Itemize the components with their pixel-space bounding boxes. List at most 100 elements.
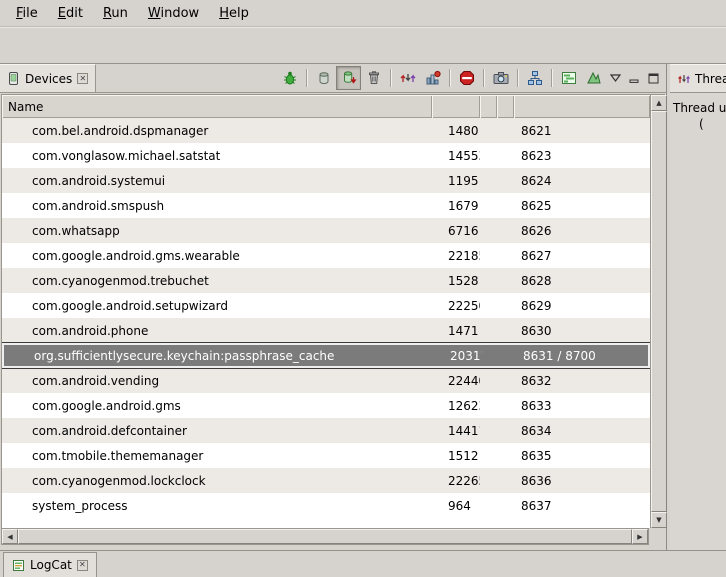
process-port: 8621 — [514, 124, 650, 138]
screen-capture-icon — [493, 70, 509, 86]
threads-view-header: Threads ✕ — [670, 64, 726, 93]
scroll-left-icon[interactable]: ◀ — [2, 529, 18, 544]
process-name: com.android.phone — [2, 324, 432, 338]
tab-devices-label: Devices — [25, 72, 72, 86]
update-threads-icon — [400, 70, 416, 86]
process-port: 8628 — [514, 274, 650, 288]
process-port: 8629 — [514, 299, 650, 313]
main-toolbar-strip — [0, 27, 726, 64]
process-name: com.google.android.gms — [2, 399, 432, 413]
column-header-port[interactable] — [514, 95, 650, 118]
update-heap-button[interactable] — [311, 66, 336, 90]
process-name: com.cyanogenmod.lockclock — [2, 474, 432, 488]
vertical-scrollbar-thumb[interactable] — [651, 111, 667, 512]
bottom-tab-bar: LogCat ✕ — [0, 550, 726, 577]
menu-window[interactable]: Window — [138, 2, 209, 25]
devices-pane: Devices ✕ — [0, 64, 667, 550]
main-area: Devices ✕ — [0, 64, 726, 550]
dump-hprof-button[interactable] — [336, 66, 361, 90]
threads-message-line: ( — [673, 116, 726, 132]
process-pid: 1512 — [432, 449, 480, 463]
process-name: com.google.android.gms.wearable — [2, 249, 432, 263]
device-row[interactable]: com.google.android.gms 12623 8633 — [2, 393, 650, 418]
column-header-blank-2[interactable] — [497, 95, 514, 118]
process-name: system_process — [2, 499, 432, 513]
threads-icon — [677, 72, 690, 85]
vertical-scrollbar[interactable]: ▲ ▼ — [650, 95, 667, 528]
process-name: com.android.vending — [2, 374, 432, 388]
dump-view-hierarchy-icon — [527, 70, 543, 86]
view-menu-button[interactable] — [606, 69, 625, 88]
maximize-button[interactable] — [644, 69, 663, 88]
device-row[interactable]: com.android.vending 22440 8632 — [2, 368, 650, 393]
device-row[interactable]: com.google.android.gms.wearable 22185 86… — [2, 243, 650, 268]
start-opengl-trace-button[interactable] — [581, 66, 606, 90]
device-row[interactable]: com.android.defcontainer 14411 8634 — [2, 418, 650, 443]
process-name: com.cyanogenmod.trebuchet — [2, 274, 432, 288]
screen-capture-button[interactable] — [488, 66, 513, 90]
tab-threads[interactable]: Threads ✕ — [670, 64, 726, 92]
toolbar-separator — [517, 69, 518, 87]
device-row[interactable]: com.whatsapp 6716 8626 — [2, 218, 650, 243]
start-method-profiling-button[interactable] — [420, 66, 445, 90]
threads-pane: Threads ✕ Thread up( — [670, 64, 726, 550]
process-name: com.android.defcontainer — [2, 424, 432, 438]
horizontal-scrollbar-thumb[interactable] — [18, 529, 632, 544]
device-row[interactable]: com.cyanogenmod.lockclock 22265 8636 — [2, 468, 650, 493]
tab-devices-close-icon[interactable]: ✕ — [77, 73, 88, 84]
dump-view-hierarchy-button[interactable] — [522, 66, 547, 90]
process-port: 8625 — [514, 199, 650, 213]
horizontal-scrollbar[interactable]: ◀ ▶ — [1, 528, 649, 545]
scroll-right-icon[interactable]: ▶ — [632, 529, 648, 544]
tab-devices[interactable]: Devices ✕ — [0, 64, 96, 92]
scroll-up-icon[interactable]: ▲ — [651, 95, 667, 111]
device-row[interactable]: org.sufficientlysecure.keychain:passphra… — [2, 343, 650, 368]
device-row[interactable]: system_process 964 8637 — [2, 493, 650, 518]
process-name: com.whatsapp — [2, 224, 432, 238]
cause-gc-button[interactable] — [361, 66, 386, 90]
devices-view-header: Devices ✕ — [0, 64, 666, 93]
process-name: com.vonglasow.michael.satstat — [2, 149, 432, 163]
process-port: 8631 / 8700 — [516, 349, 648, 363]
process-pid: 22440 — [432, 374, 480, 388]
device-rows: com.bel.android.dspmanager 1480 8621 com… — [2, 118, 650, 528]
scroll-down-icon[interactable]: ▼ — [651, 512, 667, 528]
process-pid: 12623 — [432, 399, 480, 413]
toolbar-separator — [483, 69, 484, 87]
device-row[interactable]: com.cyanogenmod.trebuchet 1528 8628 — [2, 268, 650, 293]
process-port: 8624 — [514, 174, 650, 188]
tab-logcat[interactable]: LogCat ✕ — [3, 552, 97, 577]
menu-run[interactable]: Run — [93, 2, 138, 25]
column-header-pid[interactable] — [432, 95, 480, 118]
logcat-icon — [12, 559, 25, 572]
menu-file[interactable]: File — [6, 2, 48, 25]
device-row[interactable]: com.android.phone 1471 8630 — [2, 318, 650, 343]
debug-button[interactable] — [277, 66, 302, 90]
process-pid: 20311 — [434, 349, 482, 363]
process-pid: 14553 — [432, 149, 480, 163]
menu-edit[interactable]: Edit — [48, 2, 93, 25]
device-row[interactable]: com.google.android.setupwizard 22250 862… — [2, 293, 650, 318]
device-row[interactable]: com.bel.android.dspmanager 1480 8621 — [2, 118, 650, 143]
device-icon — [7, 72, 20, 85]
device-row[interactable]: com.vonglasow.michael.satstat 14553 8623 — [2, 143, 650, 168]
device-row[interactable]: com.android.smspush 1679 8625 — [2, 193, 650, 218]
stop-process-button[interactable] — [454, 66, 479, 90]
column-header-blank-1[interactable] — [480, 95, 497, 118]
process-pid: 6716 — [432, 224, 480, 238]
device-row[interactable]: com.android.systemui 1195 8624 — [2, 168, 650, 193]
tab-logcat-close-icon[interactable]: ✕ — [77, 560, 88, 571]
process-port: 8633 — [514, 399, 650, 413]
process-name: com.android.smspush — [2, 199, 432, 213]
menu-help[interactable]: Help — [209, 2, 259, 25]
toolbar-separator — [551, 69, 552, 87]
device-row[interactable]: com.tmobile.thememanager 1512 8635 — [2, 443, 650, 468]
column-header-name[interactable]: Name — [2, 95, 432, 118]
capture-systrace-icon — [561, 70, 577, 86]
minimize-button[interactable] — [625, 69, 644, 88]
capture-systrace-button[interactable] — [556, 66, 581, 90]
start-opengl-trace-icon — [586, 70, 602, 86]
tab-threads-label: Threads — [695, 72, 726, 86]
cause-gc-icon — [366, 70, 382, 86]
update-threads-button[interactable] — [395, 66, 420, 90]
